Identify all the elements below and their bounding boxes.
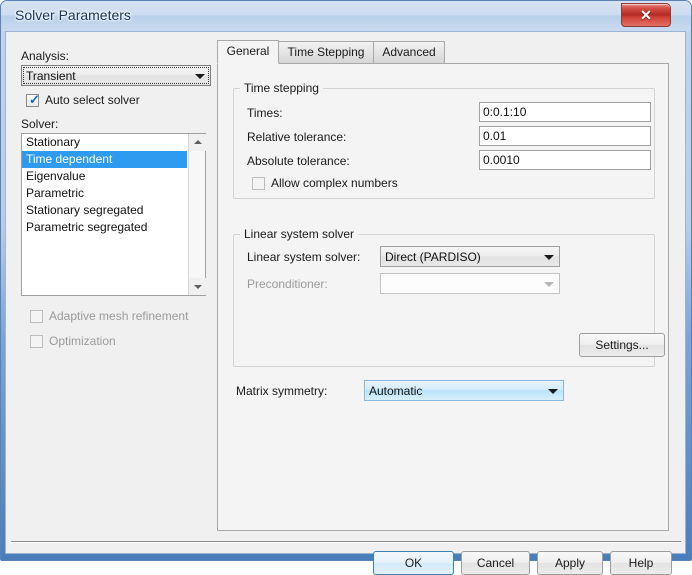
relative-tolerance-label: Relative tolerance:: [247, 130, 347, 144]
solver-label: Solver:: [21, 117, 59, 131]
footer-divider-highlight: [11, 542, 681, 543]
check-icon: ✓: [29, 92, 40, 107]
ok-button[interactable]: OK: [373, 551, 454, 575]
window-title: Solver Parameters: [15, 7, 131, 23]
tab-panel-general: Time stepping Times: 0:0.1:10 Relative t…: [217, 63, 669, 531]
chevron-down-icon: [544, 255, 554, 260]
relative-tolerance-value: 0.01: [483, 129, 507, 143]
adaptive-mesh-refinement-label: Adaptive mesh refinement: [49, 309, 189, 323]
settings-button-label: Settings...: [595, 338, 649, 352]
solver-list-item[interactable]: Eigenvalue: [22, 168, 187, 185]
help-button-label: Help: [628, 556, 654, 570]
times-label: Times:: [247, 106, 283, 120]
tab-advanced-label: Advanced: [382, 45, 436, 59]
linear-system-solver-combobox[interactable]: Direct (PARDISO): [380, 246, 560, 267]
scroll-down-button[interactable]: [189, 278, 206, 295]
relative-tolerance-input[interactable]: 0.01: [479, 126, 651, 146]
arrow-up-icon: [194, 140, 202, 144]
dialog-window: Solver Parameters ✕ Analysis: Transient …: [0, 0, 692, 575]
preconditioner-combobox: [380, 273, 560, 294]
allow-complex-numbers-label: Allow complex numbers: [271, 176, 398, 190]
solver-list-item[interactable]: Stationary segregated: [22, 202, 187, 219]
analysis-label: Analysis:: [21, 49, 70, 63]
arrow-down-icon: [194, 285, 202, 289]
optimization-label: Optimization: [49, 334, 116, 348]
tab-general-label: General: [226, 44, 270, 58]
checkbox-box: [252, 177, 265, 190]
matrix-symmetry-combobox[interactable]: Automatic: [364, 380, 564, 401]
checkbox-box: [30, 335, 43, 348]
matrix-symmetry-label: Matrix symmetry:: [236, 384, 328, 398]
chevron-down-icon: [548, 389, 558, 394]
analysis-combobox[interactable]: Transient: [21, 65, 211, 86]
solver-list-item[interactable]: Parametric segregated: [22, 219, 187, 236]
absolute-tolerance-input[interactable]: 0.0010: [479, 150, 651, 170]
linear-system-solver-group: Linear system solver Linear system solve…: [233, 227, 665, 367]
close-button[interactable]: ✕: [621, 3, 671, 27]
tab-general[interactable]: General: [217, 40, 279, 64]
linear-system-solver-label: Linear system solver:: [247, 250, 361, 264]
close-icon: ✕: [640, 7, 652, 23]
scroll-up-button[interactable]: [189, 134, 206, 151]
ok-button-label: OK: [404, 556, 423, 570]
tab-time-stepping-label: Time Stepping: [287, 45, 365, 59]
tab-time-stepping[interactable]: Time Stepping: [278, 41, 374, 63]
dialog-client-area: Analysis: Transient ✓ Auto select solver…: [5, 31, 686, 575]
cancel-button[interactable]: Cancel: [461, 551, 530, 575]
solver-list-scrollbar[interactable]: [188, 134, 206, 295]
chevron-down-icon: [544, 282, 554, 287]
absolute-tolerance-value: 0.0010: [483, 153, 520, 167]
absolute-tolerance-label: Absolute tolerance:: [247, 154, 350, 168]
apply-button-label: Apply: [554, 556, 586, 570]
solver-list-item[interactable]: Stationary: [22, 134, 187, 151]
solver-list-item[interactable]: Parametric: [22, 185, 187, 202]
title-bar: Solver Parameters ✕: [1, 1, 691, 31]
solver-list-items: Stationary Time dependent Eigenvalue Parame…: [22, 134, 187, 236]
checkbox-box: ✓: [26, 92, 40, 107]
chevron-down-icon: [195, 74, 205, 79]
time-stepping-group-title: Time stepping: [240, 81, 323, 95]
times-value: 0:0.1:10: [483, 105, 527, 119]
time-stepping-group: Time stepping Times: 0:0.1:10 Relative t…: [233, 81, 655, 199]
linear-system-solver-group-title: Linear system solver: [240, 227, 359, 241]
matrix-symmetry-value: Automatic: [369, 384, 423, 398]
apply-button[interactable]: Apply: [537, 551, 603, 575]
solver-listbox[interactable]: Stationary Time dependent Eigenvalue Parame…: [21, 133, 206, 296]
cancel-button-label: Cancel: [476, 556, 515, 570]
times-input[interactable]: 0:0.1:10: [479, 102, 651, 122]
auto-select-solver-label: Auto select solver: [45, 93, 140, 107]
checkbox-box: [30, 310, 43, 323]
tab-advanced[interactable]: Advanced: [373, 41, 445, 63]
solver-list-item[interactable]: Time dependent: [22, 151, 187, 168]
preconditioner-label: Preconditioner:: [247, 277, 328, 291]
settings-button[interactable]: Settings...: [579, 333, 665, 357]
analysis-value: Transient: [26, 69, 76, 83]
linear-system-solver-value: Direct (PARDISO): [385, 250, 481, 264]
help-button[interactable]: Help: [610, 551, 672, 575]
